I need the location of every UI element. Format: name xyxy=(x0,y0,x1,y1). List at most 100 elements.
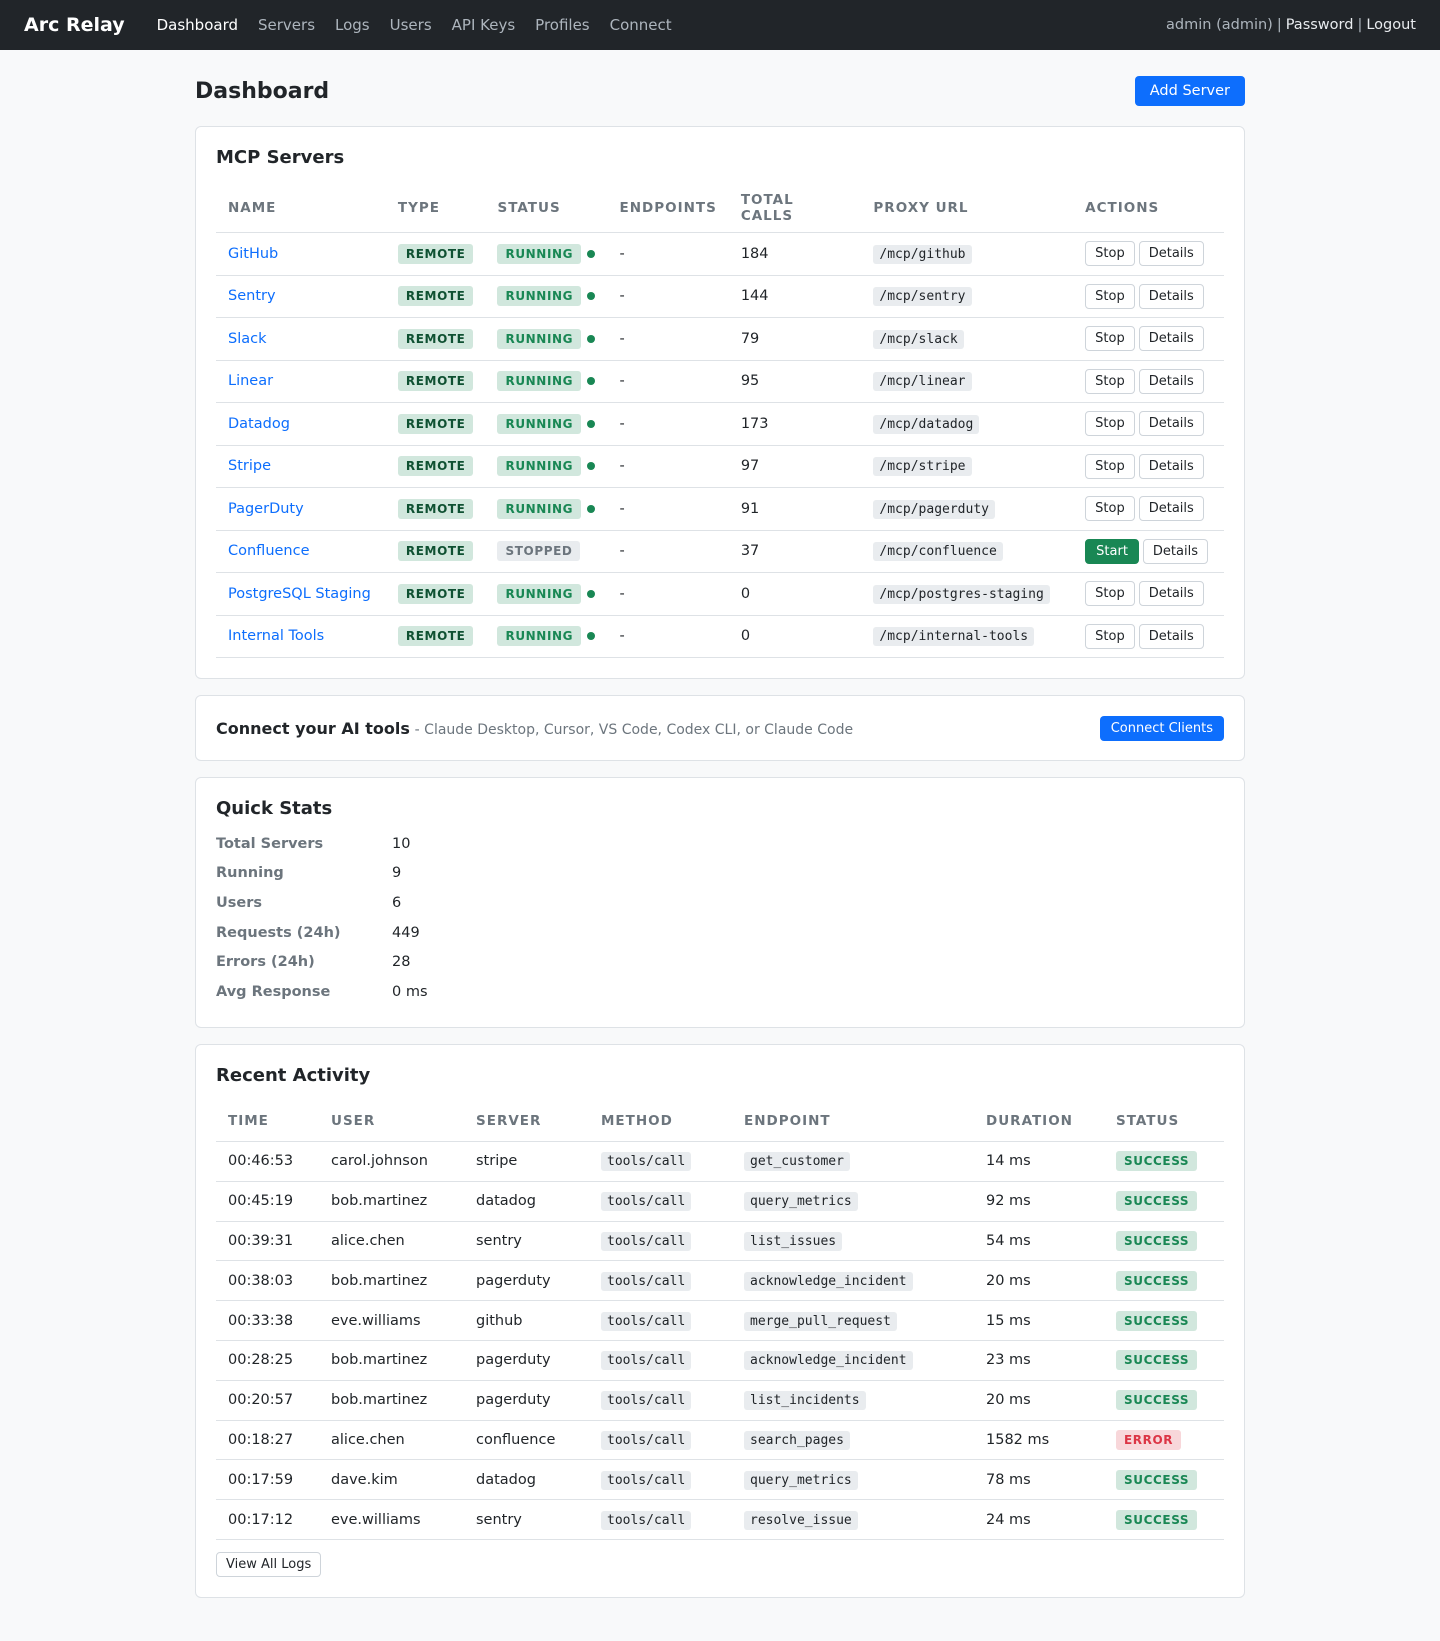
activity-row: 00:18:27 alice.chen confluence tools/call se… xyxy=(216,1420,1224,1461)
details-button[interactable]: Details xyxy=(1138,326,1204,352)
password-link[interactable]: Password xyxy=(1286,17,1354,33)
status-badge: RUNNING xyxy=(497,371,582,392)
server-name-link[interactable]: Slack xyxy=(228,331,267,347)
nav-users[interactable]: Users xyxy=(390,16,432,34)
duration-cell: 14 ms xyxy=(974,1141,1104,1182)
endpoint-code: list_issues xyxy=(744,1232,843,1252)
status-badge: RUNNING xyxy=(497,498,582,519)
connect-clients-button[interactable]: Connect Clients xyxy=(1099,715,1224,741)
col-type: Type xyxy=(385,184,486,233)
details-button[interactable]: Details xyxy=(1138,241,1204,267)
actions-cell: Stop Details xyxy=(1073,445,1224,488)
details-button[interactable]: Details xyxy=(1138,411,1204,437)
server-type-cell: REMOTE xyxy=(385,402,486,446)
server-name-link[interactable]: Internal Tools xyxy=(228,628,324,644)
view-all-logs-button[interactable]: View All Logs xyxy=(216,1552,322,1578)
server-type-cell: REMOTE xyxy=(385,572,486,616)
status-dot-icon xyxy=(587,334,596,343)
proxy-url-cell: /mcp/internal-tools xyxy=(861,615,1074,658)
method-code: tools/call xyxy=(601,1152,692,1172)
details-button[interactable]: Details xyxy=(1138,368,1204,394)
activity-row: 00:46:53 carol.johnson stripe tools/call get… xyxy=(216,1141,1224,1182)
user-cell: bob.martinez xyxy=(319,1181,464,1222)
add-server-button[interactable]: Add Server xyxy=(1134,76,1245,106)
stop-button[interactable]: Stop xyxy=(1085,411,1135,437)
user-menu: admin (admin) | Password | Logout xyxy=(1166,17,1416,33)
details-button[interactable]: Details xyxy=(1142,538,1208,564)
method-cell: tools/call xyxy=(589,1181,732,1222)
status-badge: SUCCESS xyxy=(1116,1151,1198,1172)
endpoints-cell: - xyxy=(607,317,729,361)
method-cell: tools/call xyxy=(589,1459,732,1501)
status-badge: RUNNING xyxy=(497,456,582,477)
nav-servers[interactable]: Servers xyxy=(258,16,315,34)
details-button[interactable]: Details xyxy=(1138,283,1204,309)
endpoints-cell: - xyxy=(607,572,729,616)
col-endpoints: Endpoints xyxy=(607,184,729,233)
stop-button[interactable]: Stop xyxy=(1085,241,1135,267)
method-cell: tools/call xyxy=(589,1499,732,1541)
status-dot-icon xyxy=(587,462,596,471)
duration-cell: 20 ms xyxy=(974,1380,1104,1421)
time-cell: 00:38:03 xyxy=(216,1260,319,1302)
details-button[interactable]: Details xyxy=(1138,623,1204,649)
server-type-cell: REMOTE xyxy=(385,360,486,403)
top-navbar: Arc Relay Dashboard Servers Logs Users A… xyxy=(0,0,1440,50)
stop-button[interactable]: Stop xyxy=(1085,453,1135,479)
stop-button[interactable]: Stop xyxy=(1085,496,1135,522)
time-cell: 00:33:38 xyxy=(216,1300,319,1342)
stat-row: Requests (24h) 449 xyxy=(216,918,1224,948)
server-name-link[interactable]: Stripe xyxy=(228,458,271,474)
start-button[interactable]: Start xyxy=(1085,538,1139,564)
activity-row: 00:20:57 bob.martinez pagerduty tools/call l… xyxy=(216,1380,1224,1421)
server-status-cell: RUNNING xyxy=(485,487,608,531)
status-cell: SUCCESS xyxy=(1104,1499,1224,1541)
stop-button[interactable]: Stop xyxy=(1085,283,1135,309)
activity-row: 00:38:03 bob.martinez pagerduty tools/call a… xyxy=(216,1260,1224,1302)
server-name-cell: Confluence xyxy=(216,530,386,573)
quick-stats-title: Quick Stats xyxy=(216,798,333,819)
details-button[interactable]: Details xyxy=(1138,496,1204,522)
stop-button[interactable]: Stop xyxy=(1085,623,1135,649)
nav-connect[interactable]: Connect xyxy=(610,16,672,34)
nav-logs[interactable]: Logs xyxy=(335,16,370,34)
nav-separator: | xyxy=(1357,17,1363,33)
nav-api-keys[interactable]: API Keys xyxy=(452,16,516,34)
stop-button[interactable]: Stop xyxy=(1085,581,1135,607)
server-name-link[interactable]: Linear xyxy=(228,373,273,389)
stop-button[interactable]: Stop xyxy=(1085,326,1135,352)
activity-row: 00:28:25 bob.martinez pagerduty tools/call a… xyxy=(216,1340,1224,1381)
actions-cell: Stop Details xyxy=(1073,232,1224,276)
endpoint-code: acknowledge_incident xyxy=(744,1351,913,1371)
details-button[interactable]: Details xyxy=(1138,453,1204,479)
stop-button[interactable]: Stop xyxy=(1085,368,1135,394)
nav-profiles[interactable]: Profiles xyxy=(535,16,589,34)
col-duration: Duration xyxy=(974,1101,1104,1143)
server-name-link[interactable]: GitHub xyxy=(228,246,278,262)
server-name-link[interactable]: Datadog xyxy=(228,416,290,432)
status-cell: SUCCESS xyxy=(1104,1141,1224,1182)
logout-link[interactable]: Logout xyxy=(1366,17,1416,33)
server-name-link[interactable]: Sentry xyxy=(228,288,276,304)
stat-value: 6 xyxy=(392,894,402,911)
brand-logo[interactable]: Arc Relay xyxy=(24,14,125,36)
stat-label: Avg Response xyxy=(216,983,331,1000)
nav-dashboard[interactable]: Dashboard xyxy=(157,16,238,34)
status-badge: RUNNING xyxy=(497,328,582,349)
proxy-url-cell: /mcp/linear xyxy=(861,360,1074,403)
server-name-link[interactable]: PagerDuty xyxy=(228,501,304,517)
type-badge: REMOTE xyxy=(397,541,474,562)
server-name-link[interactable]: PostgreSQL Staging xyxy=(228,586,371,602)
details-button[interactable]: Details xyxy=(1138,581,1204,607)
main-container: Dashboard Add Server MCP Servers Name Ty… xyxy=(195,50,1245,1599)
col-name: Name xyxy=(216,184,386,233)
connect-card: Connect your AI tools - Claude Desktop, … xyxy=(195,695,1245,761)
page-title: Dashboard xyxy=(195,78,330,104)
method-code: tools/call xyxy=(601,1510,692,1530)
col-time: Time xyxy=(216,1101,319,1143)
stat-value: 0 ms xyxy=(392,983,428,1000)
proxy-url-cell: /mcp/github xyxy=(861,232,1074,276)
server-name-link[interactable]: Confluence xyxy=(228,543,310,559)
total-calls-cell: 79 xyxy=(728,317,862,361)
server-status-cell: RUNNING xyxy=(485,317,608,361)
